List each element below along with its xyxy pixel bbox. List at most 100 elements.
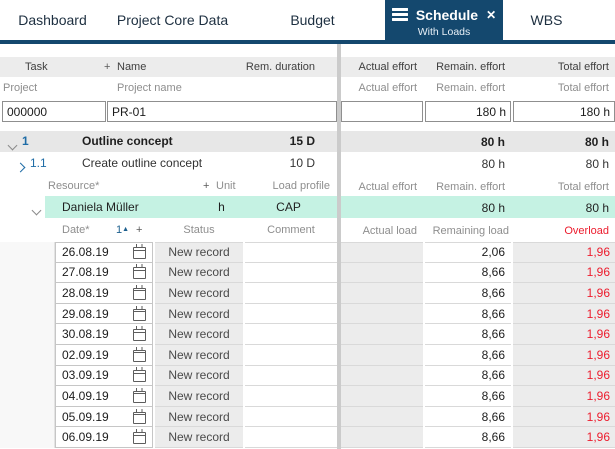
comment-cell[interactable] — [245, 406, 337, 428]
task-number: 1 — [22, 134, 29, 148]
comment-cell[interactable] — [245, 262, 337, 284]
date-cell[interactable]: 26.08.19 — [55, 242, 153, 263]
panel-splitter[interactable] — [337, 44, 341, 449]
project-total-effort-field[interactable]: 180 h — [513, 101, 615, 122]
project-remain-effort-field[interactable]: 180 h — [425, 101, 511, 122]
actual-effort-column-header: Actual effort — [358, 180, 418, 193]
remaining-load-cell[interactable]: 8,66 — [425, 303, 511, 325]
task-remain-effort: 80 h — [480, 134, 505, 149]
overload-cell: 1,96 — [513, 386, 615, 407]
row-gutter — [0, 324, 55, 345]
close-icon[interactable]: ✕ — [486, 9, 496, 21]
remaining-load-cell[interactable]: 8,66 — [425, 386, 511, 407]
calendar-icon[interactable] — [133, 429, 146, 445]
add-column-icon[interactable]: + — [104, 61, 110, 73]
load-row: 03.09.19 New record 8,66 1,96 — [0, 365, 615, 387]
date-value: 02.09.19 — [62, 347, 109, 362]
load-profile-column-header: Load profile — [272, 180, 331, 192]
remaining-load-cell[interactable]: 8,66 — [425, 406, 511, 428]
collapse-chevron-icon[interactable] — [7, 138, 18, 152]
row-gutter — [0, 344, 55, 366]
actual-load-cell — [341, 303, 423, 325]
calendar-icon[interactable] — [133, 387, 146, 403]
tab-schedule[interactable]: Schedule ✕ With Loads — [385, 0, 503, 40]
comment-cell[interactable] — [245, 324, 337, 345]
calendar-icon[interactable] — [133, 264, 146, 280]
overload-cell: 1,96 — [513, 365, 615, 387]
date-cell[interactable]: 06.09.19 — [55, 427, 153, 448]
tab-project-core-data[interactable]: Project Core Data — [105, 0, 240, 40]
collapse-chevron-icon[interactable] — [31, 203, 42, 217]
actual-effort-column-header: Actual effort — [358, 61, 418, 73]
calendar-icon[interactable] — [133, 284, 146, 300]
row-gutter — [0, 303, 55, 325]
rem-duration-column-header: Rem. duration — [245, 61, 315, 73]
status-cell: New record — [155, 427, 243, 448]
menu-icon[interactable] — [391, 6, 408, 24]
date-cell[interactable]: 30.08.19 — [55, 324, 153, 345]
date-cell[interactable]: 28.08.19 — [55, 283, 153, 304]
comment-cell[interactable] — [245, 303, 337, 325]
calendar-icon[interactable] — [133, 326, 146, 342]
date-cell[interactable]: 05.09.19 — [55, 406, 153, 428]
add-column-icon[interactable]: + — [136, 224, 142, 236]
resource-row-selected[interactable]: Daniela Müller h CAP 80 h 80 h — [0, 196, 615, 218]
actual-load-cell — [341, 386, 423, 407]
project-row: 000000 PR-01 180 h 180 h — [0, 99, 615, 124]
date-cell[interactable]: 27.08.19 — [55, 262, 153, 284]
comment-cell[interactable] — [245, 242, 337, 263]
actual-effort-label: Actual effort — [358, 81, 418, 94]
task-row-1-1[interactable]: 1.1 Create outline concept 10 D 80 h 80 … — [0, 153, 615, 174]
comment-cell[interactable] — [245, 427, 337, 448]
project-label: Project — [3, 81, 38, 94]
remain-effort-column-header: Remain. effort — [436, 180, 505, 193]
date-cell[interactable]: 03.09.19 — [55, 365, 153, 387]
date-cell[interactable]: 02.09.19 — [55, 344, 153, 366]
comment-cell[interactable] — [245, 365, 337, 387]
remaining-load-cell[interactable]: 8,66 — [425, 344, 511, 366]
sort-asc-icon: ▲ — [122, 226, 130, 233]
add-column-icon[interactable]: + — [203, 180, 209, 192]
task-name: Create outline concept — [82, 156, 203, 170]
comment-cell[interactable] — [245, 283, 337, 304]
remaining-load-cell[interactable]: 2,06 — [425, 242, 511, 263]
calendar-icon[interactable] — [133, 408, 146, 424]
calendar-icon[interactable] — [133, 244, 146, 260]
actual-load-cell — [341, 262, 423, 284]
status-column-header: Status — [183, 224, 215, 236]
calendar-icon[interactable] — [133, 346, 146, 362]
remaining-load-cell[interactable]: 8,66 — [425, 262, 511, 284]
status-cell: New record — [155, 283, 243, 304]
sort-indicator[interactable]: 1▲ — [116, 224, 129, 236]
remaining-load-cell[interactable]: 8,66 — [425, 283, 511, 304]
row-gutter — [0, 242, 55, 263]
tab-dashboard[interactable]: Dashboard — [0, 0, 105, 40]
calendar-icon[interactable] — [133, 367, 146, 383]
comment-cell[interactable] — [245, 344, 337, 366]
remaining-load-cell[interactable]: 8,66 — [425, 324, 511, 345]
expand-chevron-icon[interactable] — [15, 160, 26, 174]
tab-label: WBS — [530, 12, 563, 28]
resource-column-header: Resource* — [48, 180, 100, 192]
date-value: 28.08.19 — [62, 285, 109, 300]
date-value: 03.09.19 — [62, 368, 109, 383]
comment-cell[interactable] — [245, 386, 337, 407]
tab-bar: Dashboard Project Core Data Budget Sched… — [0, 0, 615, 40]
remaining-load-cell[interactable]: 8,66 — [425, 427, 511, 448]
project-id-field[interactable]: 000000 — [2, 101, 106, 122]
status-cell: New record — [155, 262, 243, 284]
project-actual-effort-field[interactable] — [341, 101, 423, 122]
row-gutter — [0, 283, 55, 304]
project-name-field[interactable]: PR-01 — [107, 101, 337, 122]
task-row-1[interactable]: 1 Outline concept 15 D 80 h 80 h — [0, 131, 615, 152]
date-cell[interactable]: 04.09.19 — [55, 386, 153, 407]
date-cell[interactable]: 29.08.19 — [55, 303, 153, 325]
tab-wbs[interactable]: WBS — [503, 0, 590, 40]
tab-budget[interactable]: Budget — [240, 0, 385, 40]
tab-label: Schedule — [415, 6, 479, 23]
row-gutter — [0, 386, 55, 407]
remaining-load-cell[interactable]: 8,66 — [425, 365, 511, 387]
calendar-icon[interactable] — [133, 305, 146, 321]
overload-cell: 1,96 — [513, 262, 615, 284]
status-cell: New record — [155, 344, 243, 366]
